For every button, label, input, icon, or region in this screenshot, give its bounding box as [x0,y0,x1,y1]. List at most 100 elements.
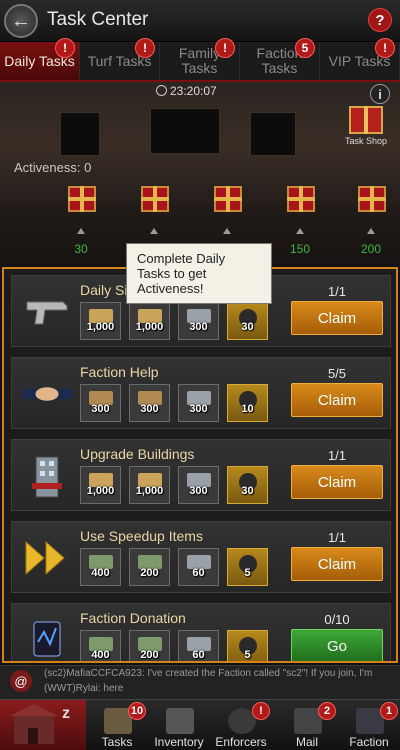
task-shop-label: Task Shop [344,136,388,146]
back-arrow-icon[interactable]: ← [4,4,38,38]
activeness-tooltip: Complete Daily Tasks to get Activeness! [126,243,272,304]
nav-label: Enforcers [215,735,267,749]
background-window [60,112,100,156]
handshake-icon [22,372,72,416]
food-icon: 1,000 [80,302,121,340]
time-icon: 30 [227,466,268,504]
count-badge: 10 [128,702,146,720]
background-window [150,108,220,154]
task-progress: 0/10 [324,612,350,627]
activeness-chest-icon[interactable] [214,186,242,212]
briefcase-icon [166,708,194,734]
task-progress: 1/1 [327,530,347,545]
tab-faction-tasks[interactable]: Faction Tasks 5 [240,38,320,80]
steel-icon: 60 [178,548,219,586]
reward-list: 400 200 60 5 [80,630,268,661]
info-button[interactable]: i [370,84,390,104]
activeness-chest-icon[interactable] [68,186,96,212]
threshold-marker [367,228,375,234]
nav-mail[interactable]: 2 Mail [276,700,338,750]
task-progress: 5/5 [327,366,347,381]
time-icon: 5 [227,548,268,586]
steel-icon: 60 [178,630,219,661]
threshold-value: 150 [289,242,311,256]
task-name: Faction Help [80,364,159,380]
task-progress: 1/1 [327,448,347,463]
task-name: Upgrade Buildings [80,446,195,462]
time-icon: 10 [227,384,268,422]
steel-icon: 300 [178,384,219,422]
threshold-marker [296,228,304,234]
nav-label: Tasks [101,735,133,749]
home-city-button[interactable]: z [0,700,86,750]
city-icon: z [10,704,70,744]
nav-tasks[interactable]: 10 Tasks [86,700,148,750]
alert-badge: ! [375,38,395,58]
building-icon [22,454,72,498]
threshold-marker [77,228,85,234]
nav-label: Inventory [154,735,204,749]
threshold-marker [150,228,158,234]
count-badge: 5 [295,38,315,58]
activeness-chest-icon[interactable] [141,186,169,212]
go-button[interactable]: Go [291,629,383,661]
pistol-icon [22,290,72,334]
alert-badge: ! [135,38,155,58]
tab-turf-tasks[interactable]: Turf Tasks ! [80,38,160,80]
chat-icon[interactable]: @ [10,670,32,692]
help-button[interactable]: ? [368,8,392,32]
reset-timer: 23:20:07 [170,84,217,98]
nav-inventory[interactable]: Inventory [148,700,210,750]
task-row: Use Speedup Items 400 200 60 5 1/1 Claim [11,521,391,593]
crates-icon: 300 [80,384,121,422]
clock-icon [156,85,167,96]
tab-daily-tasks[interactable]: Daily Tasks ! [0,38,80,80]
top-bar: ← Task Center ? [0,0,400,42]
task-list: Daily Sign-in 1,000 1,000 300 30 1/1 Cla… [2,267,398,663]
activeness-scene: 23:20:07 i Task Shop Activeness: 0 30 15… [0,82,400,266]
alert-badge: ! [215,38,235,58]
nav-faction[interactable]: 1 Faction [338,700,400,750]
count-badge: 1 [380,702,398,720]
reward-list: 1,000 1,000 300 30 [80,302,268,340]
task-progress: 1/1 [327,284,347,299]
task-tabs: Daily Tasks ! Turf Tasks ! Family Tasks … [0,38,400,82]
gift-box-icon [349,106,383,134]
nav-enforcers[interactable]: ! Enforcers [210,700,272,750]
time-icon: 30 [227,302,268,340]
page-title: Task Center [47,9,149,30]
claim-button[interactable]: Claim [291,383,383,417]
claim-button[interactable]: Claim [291,465,383,499]
alert-badge: ! [252,702,270,720]
alert-badge: ! [55,38,75,58]
time-icon: 5 [227,630,268,661]
cash-icon: 200 [129,630,170,661]
nav-label: Faction [349,735,389,749]
count-badge: 2 [318,702,336,720]
chat-ticker[interactable]: @ (sc2)MafiaCCFCA923: I've created the F… [0,665,400,699]
task-name: Use Speedup Items [80,528,203,544]
task-name: Faction Donation [80,610,186,626]
tab-vip-tasks[interactable]: VIP Tasks ! [320,38,400,80]
reward-list: 300 300 300 10 [80,384,268,422]
speedup-arrows-icon [22,536,72,580]
claim-button[interactable]: Claim [291,301,383,335]
tablet-icon [22,618,72,661]
crates-icon: 300 [129,384,170,422]
food-icon: 1,000 [80,466,121,504]
claim-button[interactable]: Claim [291,547,383,581]
activeness-label: Activeness: 0 [14,160,92,175]
threshold-marker [223,228,231,234]
task-row: Upgrade Buildings 1,000 1,000 300 30 1/1… [11,439,391,511]
tab-family-tasks[interactable]: Family Tasks ! [160,38,240,80]
activeness-chest-icon[interactable] [287,186,315,212]
activeness-chest-icon[interactable] [358,186,386,212]
task-row: Faction Donation 400 200 60 5 0/10 Go [11,603,391,661]
svg-text:z: z [62,705,70,722]
reward-list: 400 200 60 5 [80,548,268,586]
task-shop-button[interactable]: Task Shop [336,106,396,146]
food-icon: 1,000 [129,466,170,504]
steel-icon: 300 [178,466,219,504]
task-row: Faction Help 300 300 300 10 5/5 Claim [11,357,391,429]
nav-label: Mail [295,735,318,749]
